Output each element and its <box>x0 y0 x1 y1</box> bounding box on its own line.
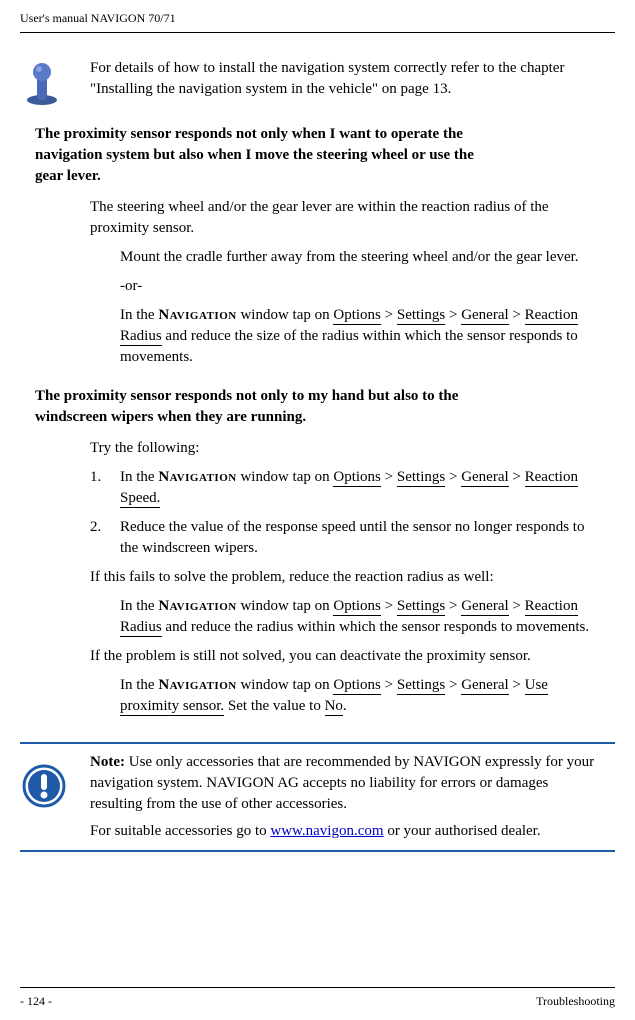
navigon-link[interactable]: www.navigon.com <box>270 823 383 839</box>
list-item: 1. In the Navigation window tap on Optio… <box>90 467 600 509</box>
menu-settings: Settings <box>397 677 445 695</box>
section2-title-l1: The proximity sensor responds not only t… <box>35 388 458 404</box>
nav-label: Navigation <box>158 469 236 485</box>
menu-options: Options <box>333 307 381 325</box>
section1-p2: Mount the cradle further away from the s… <box>120 247 600 268</box>
menu-general: General <box>461 598 508 616</box>
menu-options: Options <box>333 677 381 695</box>
section2-p5: In the Navigation window tap on Options … <box>120 675 600 717</box>
menu-settings: Settings <box>397 598 445 616</box>
note-callout: Note: Use only accessories that are reco… <box>20 742 615 852</box>
menu-settings: Settings <box>397 307 445 325</box>
note-text: Note: Use only accessories that are reco… <box>90 752 615 842</box>
menu-general: General <box>461 469 508 487</box>
section1-title-l3: gear lever. <box>35 168 101 184</box>
page-number: - 124 - <box>20 993 52 1010</box>
menu-settings: Settings <box>397 469 445 487</box>
section2-p2: If this fails to solve the problem, redu… <box>90 567 600 588</box>
list-item: 2. Reduce the value of the response spee… <box>90 517 600 559</box>
list-text: Reduce the value of the response speed u… <box>120 517 600 559</box>
list-num: 2. <box>90 517 120 559</box>
list-num: 1. <box>90 467 120 509</box>
section1-title: The proximity sensor responds not only w… <box>20 124 615 187</box>
nav-label: Navigation <box>158 598 236 614</box>
section1-p1: The steering wheel and/or the gear lever… <box>90 197 600 239</box>
nav-label: Navigation <box>158 307 236 323</box>
section2-p3: In the Navigation window tap on Options … <box>120 596 600 638</box>
numbered-list: 1. In the Navigation window tap on Optio… <box>90 467 600 559</box>
page-header: User's manual NAVIGON 70/71 <box>20 10 615 33</box>
menu-options: Options <box>333 469 381 487</box>
section2-title: The proximity sensor responds not only t… <box>20 386 615 428</box>
menu-general: General <box>461 307 508 325</box>
section1-title-l2: navigation system but also when I move t… <box>35 147 474 163</box>
header-title: User's manual NAVIGON 70/71 <box>20 11 176 25</box>
tip-callout: For details of how to install the naviga… <box>20 58 615 106</box>
section2-p4: If the problem is still not solved, you … <box>90 646 600 667</box>
section1-or: -or- <box>120 276 600 297</box>
tip-text: For details of how to install the naviga… <box>65 58 615 100</box>
warning-icon <box>20 752 90 808</box>
note-label: Note: <box>90 754 125 770</box>
page-footer: - 124 - Troubleshooting <box>20 987 615 1010</box>
section2-title-l2: windscreen wipers when they are running. <box>35 409 306 425</box>
section2-p1: Try the following: <box>90 438 600 459</box>
footer-section: Troubleshooting <box>536 993 615 1010</box>
section1-title-l1: The proximity sensor responds not only w… <box>35 126 463 142</box>
menu-general: General <box>461 677 508 695</box>
tip-icon <box>20 58 65 106</box>
list-text: In the Navigation window tap on Options … <box>120 467 600 509</box>
menu-no: No <box>325 698 343 716</box>
section1-p3: In the Navigation window tap on Options … <box>120 305 600 368</box>
nav-label: Navigation <box>158 677 236 693</box>
menu-options: Options <box>333 598 381 616</box>
